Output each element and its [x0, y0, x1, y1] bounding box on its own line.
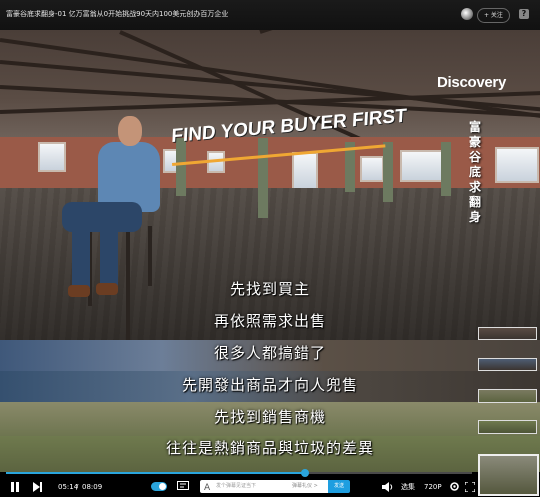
presenter-head — [118, 116, 142, 146]
quality-button[interactable]: 720P — [424, 477, 442, 497]
time-separator: / — [76, 483, 79, 491]
subtitle-line: 先找到銷售商機 — [213, 408, 326, 426]
danmu-toggle[interactable] — [151, 482, 167, 491]
subtitle-line: 往往是熱銷商品與垃圾的差異 — [165, 439, 374, 457]
pillar — [383, 142, 393, 202]
window — [400, 150, 446, 182]
text-format-icon[interactable]: A — [204, 482, 213, 491]
window — [292, 152, 318, 190]
window-titlebar: 富豪谷底求翻身-01 亿万富翁从0开始挑战90天内100美元创办百万企业 + 关… — [0, 0, 540, 30]
pillar — [441, 142, 451, 196]
svg-text:A: A — [204, 483, 211, 491]
preview-thumbnail-current[interactable] — [478, 454, 539, 496]
video-title: 富豪谷底求翻身-01 亿万富翁从0开始挑战90天内100美元创办百万企业 — [6, 10, 229, 18]
help-icon[interactable]: ? — [519, 9, 529, 19]
preview-thumbnail[interactable] — [478, 389, 537, 403]
progress-bar[interactable] — [6, 469, 472, 477]
danmu-input[interactable]: A 发个弹幕见证当下 弹幕礼仪 > — [200, 480, 328, 493]
danmu-placeholder: 发个弹幕见证当下 — [216, 483, 257, 489]
send-danmu-button[interactable]: 发送 — [328, 480, 350, 493]
uploader-avatar[interactable] — [461, 8, 473, 20]
subtitle-line: 先開發出商品才向人兜售 — [181, 376, 358, 394]
subtitle-line: 再依照需求出售 — [213, 312, 326, 330]
presenter-leg — [100, 226, 118, 286]
pause-icon[interactable] — [10, 482, 20, 492]
show-title-vertical: 富豪谷底求翻身 — [468, 120, 481, 224]
player-controls: 05:14 / 08:09 A 发个弹幕见证当下 弹幕礼仪 > 发送 选集 72… — [0, 477, 476, 497]
danmu-etiquette-link[interactable]: 弹幕礼仪 > — [292, 480, 318, 493]
fullscreen-icon[interactable] — [465, 482, 475, 492]
progress-handle[interactable] — [301, 469, 310, 477]
volume-icon[interactable] — [382, 482, 393, 492]
preview-thumbnail[interactable] — [478, 420, 537, 434]
subtitle-line: 先找到買主 — [229, 280, 310, 298]
danmu-settings-icon[interactable] — [177, 481, 189, 492]
discovery-logo: Discovery — [437, 74, 507, 91]
window — [495, 147, 539, 183]
window — [38, 142, 66, 172]
pillar — [258, 138, 268, 218]
progress-fill — [6, 472, 306, 474]
preview-thumbnail[interactable] — [478, 358, 537, 371]
preview-thumbnail[interactable] — [478, 327, 537, 340]
stool-leg — [148, 226, 152, 286]
brick-wall — [0, 137, 540, 189]
total-time: 08:09 — [82, 483, 103, 491]
subtitle-line: 很多人都搞錯了 — [213, 344, 326, 362]
episodes-button[interactable]: 选集 — [401, 477, 415, 497]
window — [360, 156, 384, 182]
next-icon[interactable] — [33, 482, 43, 492]
gear-icon[interactable] — [449, 481, 460, 492]
ceiling-beam — [259, 30, 540, 34]
follow-button[interactable]: + 关注 — [477, 8, 510, 23]
